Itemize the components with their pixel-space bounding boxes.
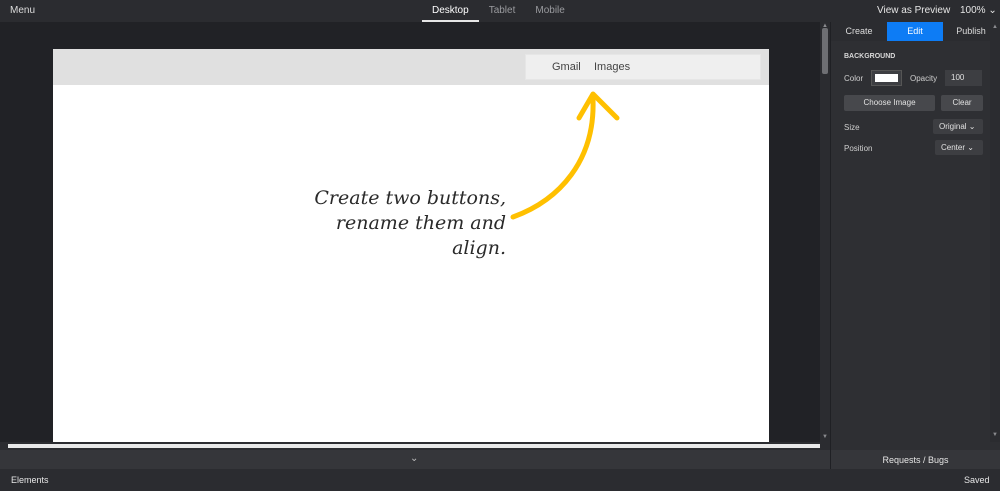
gmail-button[interactable]: Gmail	[552, 61, 581, 73]
color-swatch[interactable]	[871, 70, 902, 86]
tab-desktop[interactable]: Desktop	[422, 0, 479, 22]
choose-image-button[interactable]: Choose Image	[844, 95, 935, 111]
panel-vertical-scrollbar[interactable]: ▲ ▼	[990, 22, 1000, 442]
page-header[interactable]: Gmail Images	[53, 49, 769, 85]
pointer-arrow-icon	[510, 91, 620, 220]
device-view-tabs: Desktop Tablet Mobile	[422, 0, 575, 22]
hint-line-1: Create two buttons,	[314, 187, 506, 209]
elements-button[interactable]: Elements	[11, 475, 49, 485]
tab-tablet[interactable]: Tablet	[479, 0, 526, 22]
position-select[interactable]: Center ⌄	[935, 140, 983, 155]
images-button[interactable]: Images	[594, 61, 630, 73]
menu-button[interactable]: Menu	[10, 5, 35, 16]
chevron-down-icon[interactable]: ⌄	[410, 453, 418, 464]
position-label: Position	[844, 144, 873, 153]
section-title: BACKGROUND	[844, 53, 896, 60]
view-as-preview-button[interactable]: View as Preview	[877, 5, 950, 16]
hint-line-2: rename them and align.	[335, 212, 506, 259]
scroll-down-icon[interactable]: ▼	[822, 434, 828, 440]
size-label: Size	[844, 123, 860, 132]
opacity-label: Opacity	[910, 74, 938, 83]
bottom-bar: Elements Saved	[0, 469, 1000, 491]
requests-bugs-button[interactable]: Requests / Bugs	[831, 450, 1000, 469]
clear-button[interactable]: Clear	[941, 95, 983, 111]
button-group[interactable]: Gmail Images	[525, 54, 761, 80]
panel-tabs: Create Edit Publish	[831, 22, 1000, 41]
tab-create[interactable]: Create	[831, 22, 887, 41]
scroll-up-icon[interactable]: ▲	[992, 24, 998, 30]
hint-text: Create two buttons, rename them and alig…	[286, 186, 506, 261]
top-bar: Menu Desktop Tablet Mobile View as Previ…	[0, 0, 1000, 22]
tab-edit[interactable]: Edit	[887, 22, 943, 41]
scrollbar-thumb[interactable]	[822, 28, 828, 74]
editor-vertical-scrollbar[interactable]: ▲ ▼	[820, 22, 830, 442]
size-select[interactable]: Original ⌄	[933, 119, 983, 134]
color-fill	[875, 74, 898, 82]
color-label: Color	[844, 74, 864, 83]
zoom-select[interactable]: 100% ⌄	[960, 5, 997, 16]
tab-mobile[interactable]: Mobile	[525, 0, 574, 22]
saved-status: Saved	[964, 475, 990, 485]
properties-panel: Create Edit Publish BACKGROUND Color Opa…	[831, 22, 1000, 450]
scrollbar-thumb[interactable]	[8, 444, 820, 448]
collapse-bar[interactable]: ⌄	[0, 450, 830, 469]
editor-horizontal-scrollbar[interactable]	[0, 442, 830, 450]
scroll-down-icon[interactable]: ▼	[992, 432, 998, 438]
opacity-input[interactable]: 100	[945, 70, 982, 86]
